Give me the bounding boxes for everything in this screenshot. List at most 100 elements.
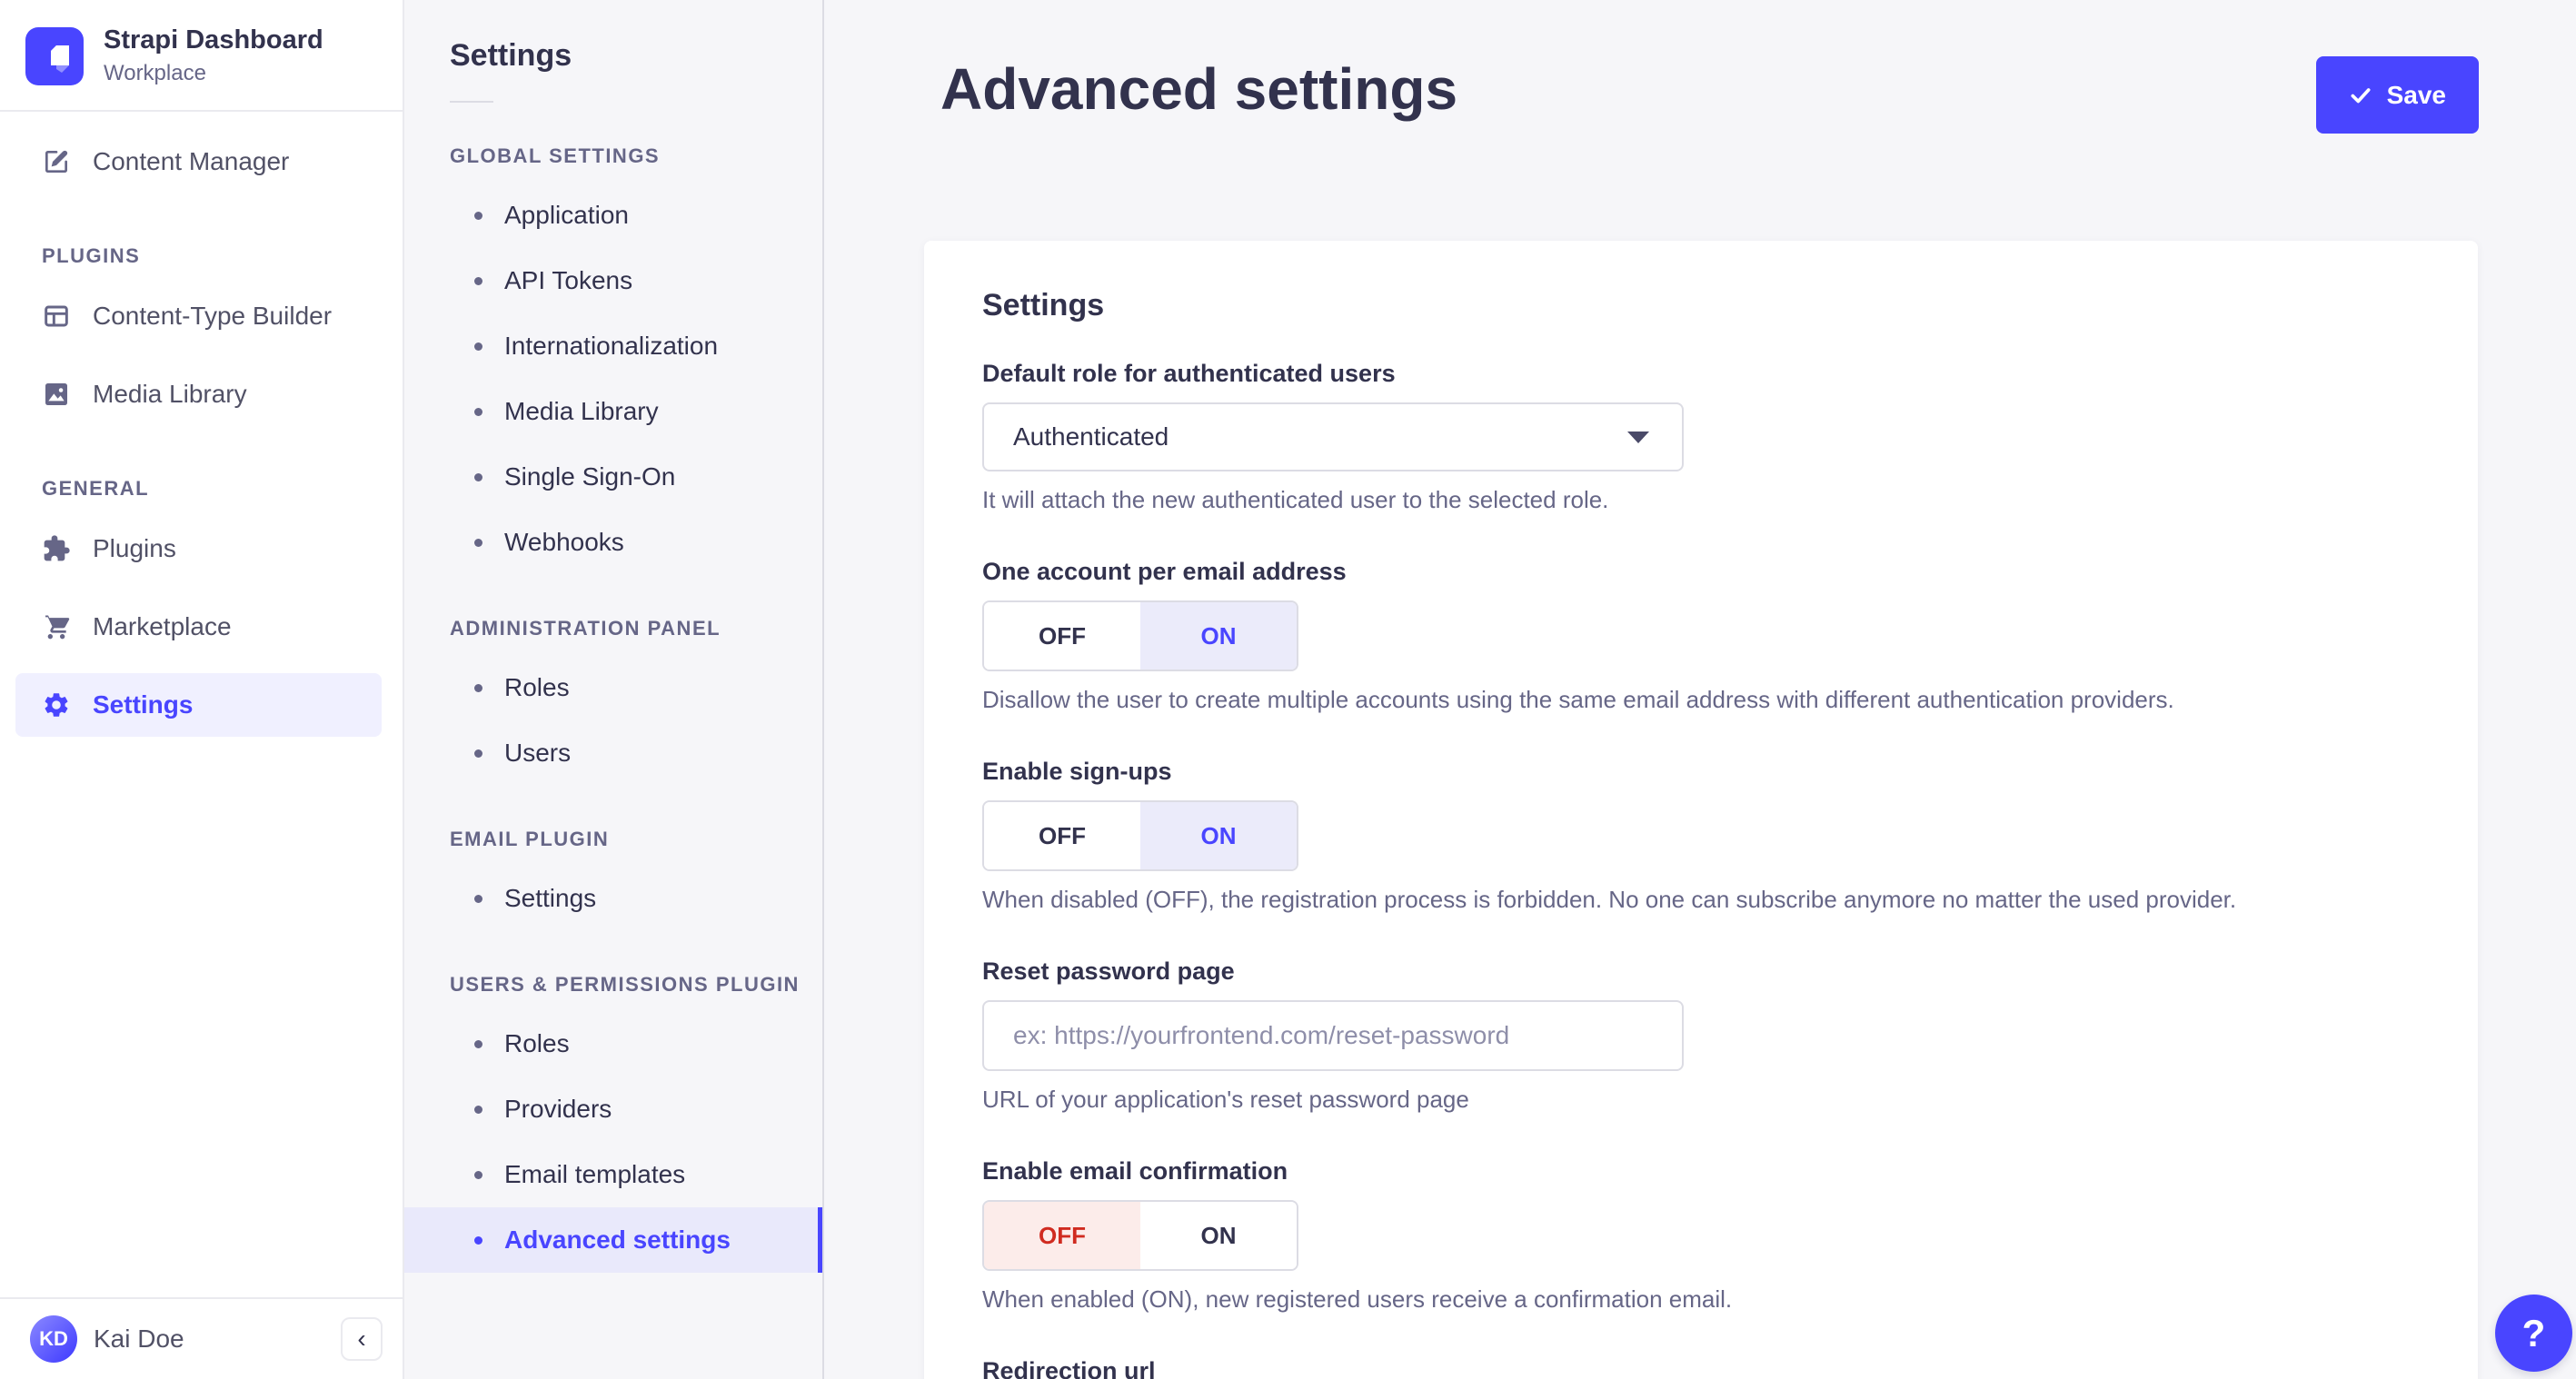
field-label: Enable sign-ups <box>982 758 1172 785</box>
sidebar-menu: Content Manager PLUGINS Content-Type Bui… <box>0 112 403 1297</box>
subnav-section-administration-panel: ADMINISTRATION PANEL <box>450 617 721 640</box>
sidebar-footer: KD Kai Doe ‹ <box>0 1297 403 1379</box>
default-role-select[interactable]: Authenticated <box>982 402 1684 471</box>
workspace-brand[interactable]: Strapi Dashboard Workplace <box>0 0 403 110</box>
sidebar-section-plugins: PLUGINS <box>42 244 141 267</box>
sidebar-item-content-manager[interactable]: Content Manager <box>15 130 382 193</box>
sidebar-item-marketplace[interactable]: Marketplace <box>15 595 382 659</box>
question-mark-icon: ? <box>2521 1311 2546 1354</box>
sidebar-item-label: Marketplace <box>93 612 232 640</box>
field-default-role: Default role for authenticated users Aut… <box>982 360 2420 514</box>
shopping-cart-icon <box>42 612 71 641</box>
subnav-item-application[interactable]: Application <box>404 183 822 248</box>
edit-pen-icon <box>42 147 71 176</box>
toggle-off-button[interactable]: OFF <box>984 802 1140 869</box>
subnav-item-label: API Tokens <box>504 266 633 294</box>
field-hint: It will attach the new authenticated use… <box>982 486 1609 513</box>
bullet-icon <box>474 538 482 547</box>
field-enable-sign-ups: Enable sign-ups OFF ON When disabled (OF… <box>982 758 2420 914</box>
subnav-item-single-sign-on[interactable]: Single Sign-On <box>404 444 822 510</box>
field-label: Default role for authenticated users <box>982 360 1396 387</box>
bullet-icon <box>474 749 482 758</box>
subnav-item-admin-users[interactable]: Users <box>404 720 822 786</box>
subnav-item-label: Application <box>504 201 629 229</box>
subnav-item-up-advanced-settings[interactable]: Advanced settings <box>404 1207 822 1273</box>
toggle-on-button[interactable]: ON <box>1140 602 1297 670</box>
sidebar-item-media-library[interactable]: Media Library <box>15 362 382 426</box>
check-icon <box>2349 84 2372 107</box>
bullet-icon <box>474 894 482 903</box>
subnav-item-email-settings[interactable]: Settings <box>404 866 822 931</box>
subnav-section-users-permissions-plugin: USERS & PERMISSIONS PLUGIN <box>450 973 800 996</box>
toggle-on-button[interactable]: ON <box>1140 1202 1297 1269</box>
subnav-item-up-email-templates[interactable]: Email templates <box>404 1142 822 1207</box>
subnav-item-label: Users <box>504 739 572 767</box>
bullet-icon <box>474 211 482 220</box>
subnav-item-up-roles[interactable]: Roles <box>404 1011 822 1076</box>
subnav-section-global-settings: GLOBAL SETTINGS <box>450 144 661 167</box>
workspace-subtitle: Workplace <box>104 61 206 85</box>
page-header: Advanced settings Save <box>824 0 2576 134</box>
subnav-item-webhooks[interactable]: Webhooks <box>404 510 822 575</box>
bullet-icon <box>474 683 482 692</box>
bullet-icon <box>474 276 482 285</box>
bullet-icon <box>474 1105 482 1114</box>
collapse-sidebar-button[interactable]: ‹ <box>341 1317 383 1361</box>
subnav-item-label: Settings <box>504 884 597 912</box>
page-title: Advanced settings <box>940 56 1458 122</box>
subnav-section-email-plugin: EMAIL PLUGIN <box>450 828 610 850</box>
bullet-icon <box>474 407 482 416</box>
field-label: Redirection url <box>982 1357 1156 1379</box>
sidebar-item-plugins[interactable]: Plugins <box>15 517 382 580</box>
strapi-app: Strapi Dashboard Workplace Content Manag… <box>0 0 2576 1379</box>
subnav-item-label: Webhooks <box>504 528 624 556</box>
subnav-item-up-providers[interactable]: Providers <box>404 1076 822 1142</box>
field-hint: When disabled (OFF), the registration pr… <box>982 886 2237 913</box>
gear-icon <box>42 690 71 719</box>
save-button-label: Save <box>2386 80 2446 109</box>
subnav-item-internationalization[interactable]: Internationalization <box>404 313 822 379</box>
field-label: One account per email address <box>982 558 1347 585</box>
field-hint: URL of your application's reset password… <box>982 1086 1469 1113</box>
help-button[interactable]: ? <box>2495 1295 2572 1372</box>
sidebar-item-content-type-builder[interactable]: Content-Type Builder <box>15 284 382 348</box>
subnav-item-label: Providers <box>504 1095 612 1123</box>
subnav-item-label: Internationalization <box>504 332 719 360</box>
reset-password-input[interactable] <box>982 1000 1684 1071</box>
bullet-icon <box>474 1235 482 1245</box>
chevron-left-icon: ‹ <box>357 1324 366 1353</box>
one-account-toggle: OFF ON <box>982 600 1298 671</box>
subnav-item-admin-roles[interactable]: Roles <box>404 655 822 720</box>
select-value: Authenticated <box>1013 422 1169 451</box>
active-indicator-bar <box>818 1207 822 1273</box>
toggle-off-button[interactable]: OFF <box>984 1202 1140 1269</box>
subnav-item-label: Single Sign-On <box>504 462 676 491</box>
subnav-item-label: Roles <box>504 673 570 701</box>
field-label: Reset password page <box>982 957 1235 985</box>
bullet-icon <box>474 472 482 481</box>
layout-grid-icon <box>42 302 71 331</box>
bullet-icon <box>474 1039 482 1048</box>
field-hint: Disallow the user to create multiple acc… <box>982 686 2174 713</box>
subnav-item-label: Advanced settings <box>504 1225 731 1254</box>
sidebar-item-settings[interactable]: Settings <box>15 673 382 737</box>
puzzle-icon <box>42 534 71 563</box>
sidebar-item-label: Settings <box>93 690 194 719</box>
bullet-icon <box>474 1170 482 1179</box>
subnav-title: Settings <box>450 38 572 73</box>
sidebar-item-label: Content-Type Builder <box>93 302 333 330</box>
toggle-on-button[interactable]: ON <box>1140 802 1297 869</box>
image-icon <box>42 380 71 409</box>
sidebar-item-label: Content Manager <box>93 147 290 175</box>
card-title: Settings <box>982 288 1105 322</box>
field-reset-password-page: Reset password page URL of your applicat… <box>982 957 2420 1114</box>
field-one-account-per-email: One account per email address OFF ON Dis… <box>982 558 2420 714</box>
user-avatar[interactable]: KD <box>30 1315 77 1363</box>
subnav-item-label: Email templates <box>504 1160 686 1188</box>
field-redirection-url: Redirection url <box>982 1357 2420 1379</box>
subnav-item-api-tokens[interactable]: API Tokens <box>404 248 822 313</box>
subnav-item-media-library[interactable]: Media Library <box>404 379 822 444</box>
sidebar-item-label: Media Library <box>93 380 247 408</box>
save-button[interactable]: Save <box>2315 56 2479 134</box>
toggle-off-button[interactable]: OFF <box>984 602 1140 670</box>
